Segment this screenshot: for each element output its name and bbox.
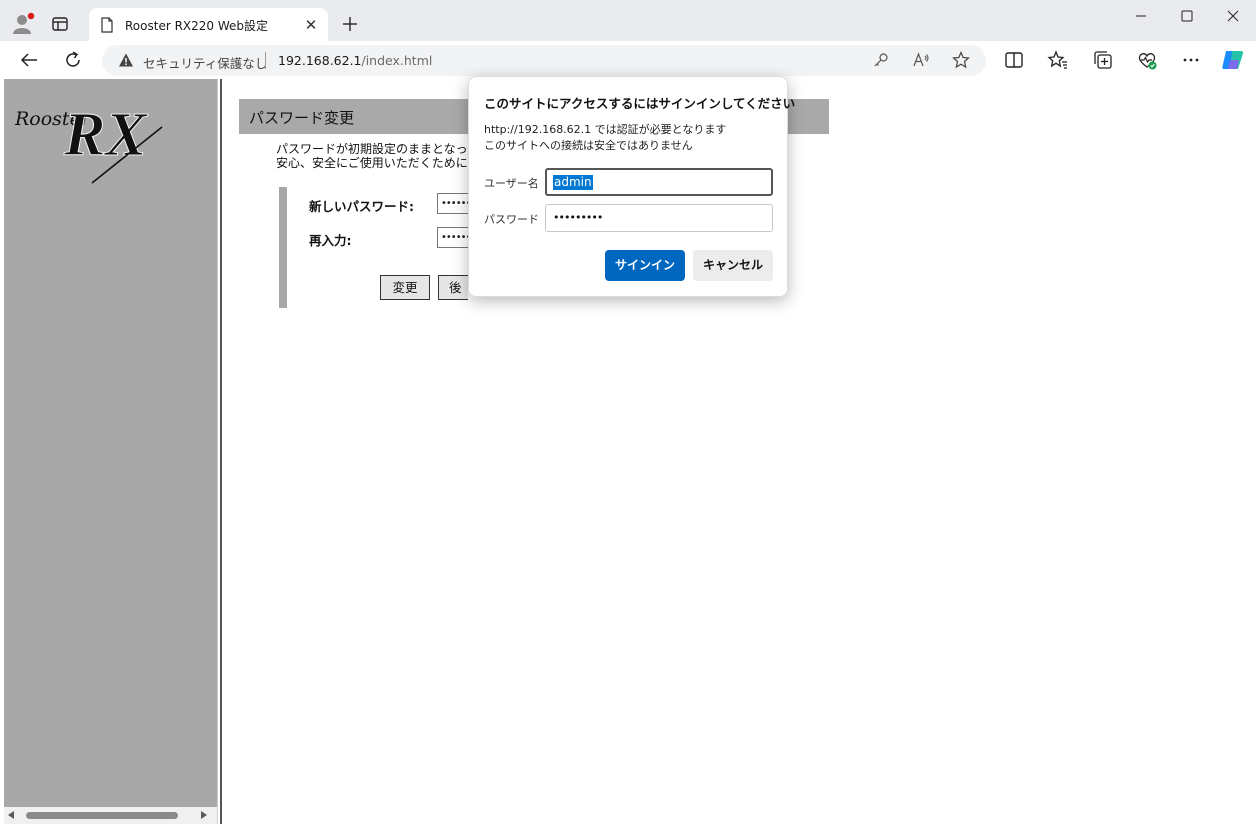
new-password-mask: •••••• bbox=[441, 198, 468, 209]
page-icon bbox=[100, 17, 114, 33]
later-button[interactable]: 後で bbox=[438, 275, 468, 300]
maximize-icon[interactable] bbox=[1164, 0, 1210, 32]
signin-dialog: このサイトにアクセスするにはサインインしてください http://192.168… bbox=[468, 76, 795, 297]
url-path: /index.html bbox=[361, 53, 433, 68]
title-bar: Rooster RX220 Web設定 ✕ bbox=[0, 0, 1256, 41]
logo-mark: RX bbox=[63, 101, 148, 169]
password-value: ••••••••• bbox=[553, 211, 603, 224]
left-menu-frame: Rooster RX bbox=[4, 79, 217, 824]
new-password-label: 新しいパスワード: bbox=[309, 199, 414, 214]
dialog-insecure-message: このサイトへの接続は安全ではありません bbox=[484, 139, 693, 152]
security-label[interactable]: セキュリティ保護なし bbox=[143, 53, 267, 72]
close-icon[interactable] bbox=[1210, 0, 1256, 32]
copilot-icon[interactable] bbox=[1220, 47, 1246, 73]
reenter-password-mask: •••••• bbox=[441, 232, 468, 243]
new-password-input[interactable]: •••••• bbox=[437, 193, 468, 214]
signin-button[interactable]: サインイン bbox=[605, 250, 685, 281]
tab-title: Rooster RX220 Web設定 bbox=[125, 19, 269, 33]
new-tab-icon[interactable] bbox=[338, 12, 362, 36]
tab-close-icon[interactable]: ✕ bbox=[302, 16, 320, 34]
favorites-icon[interactable] bbox=[1047, 49, 1069, 71]
profile-icon[interactable] bbox=[10, 10, 36, 36]
minimize-icon[interactable] bbox=[1118, 0, 1164, 32]
favorite-star-icon[interactable] bbox=[952, 51, 970, 69]
back-icon[interactable] bbox=[18, 49, 40, 71]
frame-divider bbox=[217, 79, 222, 824]
split-screen-icon[interactable] bbox=[1003, 49, 1025, 71]
description-line-2: 安心、安全にご使用いただくために、変更してください。 bbox=[276, 155, 468, 170]
collections-icon[interactable] bbox=[1092, 49, 1114, 71]
form-side-bar bbox=[279, 187, 287, 308]
tab-actions-icon[interactable] bbox=[50, 14, 70, 34]
dialog-auth-message: http://192.168.62.1 では認証が必要となります bbox=[484, 123, 727, 136]
username-input[interactable]: admin bbox=[545, 168, 773, 196]
browser-toolbar: セキュリティ保護なし 192.168.62.1/index.html bbox=[0, 41, 1256, 79]
scroll-right-arrow-icon[interactable] bbox=[201, 811, 207, 819]
scroll-left-arrow-icon[interactable] bbox=[8, 811, 14, 819]
read-aloud-icon[interactable] bbox=[912, 51, 930, 69]
address-bar[interactable]: セキュリティ保護なし 192.168.62.1/index.html bbox=[102, 45, 986, 76]
key-icon[interactable] bbox=[872, 51, 890, 69]
reenter-password-label: 再入力: bbox=[309, 233, 352, 248]
refresh-icon[interactable] bbox=[62, 49, 84, 71]
browser-tab[interactable]: Rooster RX220 Web設定 ✕ bbox=[89, 8, 328, 41]
description-text: パスワードが初期設定のままとなっています。 安心、安全にご使用いただくために、変… bbox=[276, 143, 468, 171]
horizontal-scrollbar[interactable] bbox=[4, 807, 217, 824]
dialog-title: このサイトにアクセスするにはサインインしてください bbox=[484, 96, 796, 111]
browser-essentials-icon[interactable] bbox=[1136, 49, 1158, 71]
change-button[interactable]: 変更 bbox=[380, 275, 430, 300]
description-line-1: パスワードが初期設定のままとなっています。 bbox=[276, 143, 468, 156]
page-title: パスワード変更 bbox=[249, 109, 355, 127]
address-divider bbox=[265, 52, 266, 69]
username-label: ユーザー名 bbox=[484, 177, 539, 190]
rooster-rx-logo: Rooster RX bbox=[12, 87, 192, 187]
cancel-button[interactable]: キャンセル bbox=[693, 250, 773, 281]
reenter-password-input[interactable]: •••••• bbox=[437, 227, 468, 248]
password-label: パスワード bbox=[484, 213, 539, 226]
url-host: 192.168.62.1 bbox=[278, 53, 362, 68]
username-value: admin bbox=[553, 175, 593, 190]
more-icon[interactable] bbox=[1180, 49, 1202, 71]
warning-icon[interactable] bbox=[118, 52, 134, 68]
password-input[interactable]: ••••••••• bbox=[545, 204, 773, 232]
url-text[interactable]: 192.168.62.1/index.html bbox=[278, 53, 432, 68]
scrollbar-thumb[interactable] bbox=[26, 812, 178, 819]
